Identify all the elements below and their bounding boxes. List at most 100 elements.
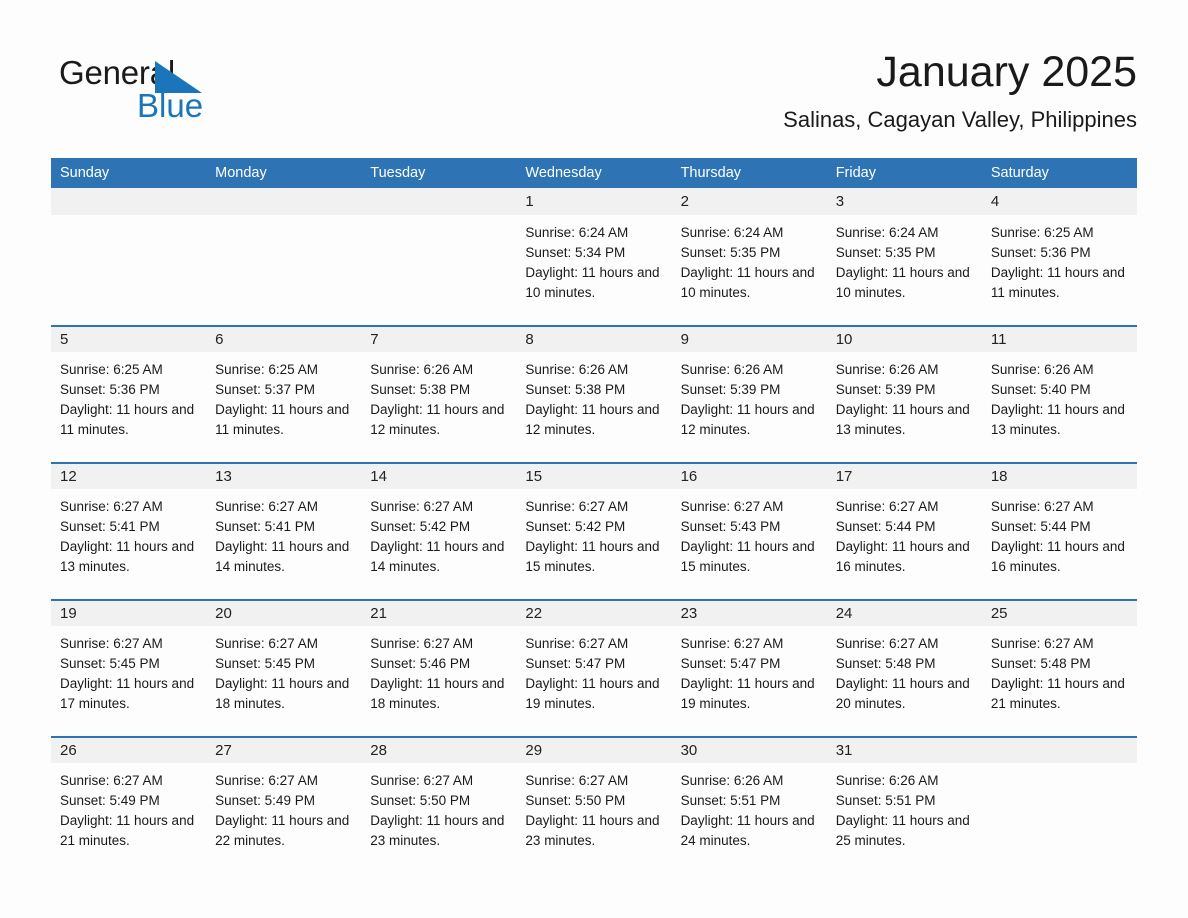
daylight-text: Daylight: 11 hours and 10 minutes. [525, 265, 660, 300]
day-cell[interactable]: Sunrise: 6:27 AM Sunset: 5:47 PM Dayligh… [516, 626, 671, 736]
day-cell[interactable]: Sunrise: 6:27 AM Sunset: 5:45 PM Dayligh… [206, 626, 361, 736]
day-cell[interactable]: Sunrise: 6:27 AM Sunset: 5:46 PM Dayligh… [361, 626, 516, 736]
day-number[interactable]: 18 [982, 464, 1137, 489]
day-number[interactable]: 17 [827, 464, 982, 489]
week-date-band: 19 20 21 22 23 24 25 [51, 599, 1137, 626]
day-cell[interactable]: Sunrise: 6:27 AM Sunset: 5:48 PM Dayligh… [827, 626, 982, 736]
day-number[interactable]: 1 [516, 188, 671, 215]
day-number[interactable]: 10 [827, 327, 982, 352]
day-number[interactable]: 15 [516, 464, 671, 489]
day-cell[interactable]: Sunrise: 6:27 AM Sunset: 5:43 PM Dayligh… [672, 489, 827, 599]
daylight-text: Daylight: 11 hours and 17 minutes. [60, 676, 195, 711]
day-number[interactable] [361, 188, 516, 215]
daylight-text: Daylight: 11 hours and 19 minutes. [525, 676, 660, 711]
sunrise-text: Sunrise: 6:27 AM [680, 499, 784, 514]
daylight-text: Daylight: 11 hours and 13 minutes. [835, 402, 970, 437]
sunset-text: Sunset: 5:44 PM [835, 519, 936, 534]
day-number[interactable]: 28 [361, 738, 516, 763]
daylight-text: Daylight: 11 hours and 21 minutes. [60, 813, 195, 848]
day-number[interactable]: 20 [206, 601, 361, 626]
day-cell[interactable]: Sunrise: 6:26 AM Sunset: 5:40 PM Dayligh… [982, 352, 1137, 462]
day-number[interactable]: 7 [361, 327, 516, 352]
day-cell[interactable]: Sunrise: 6:27 AM Sunset: 5:49 PM Dayligh… [206, 763, 361, 873]
day-cell[interactable]: Sunrise: 6:27 AM Sunset: 5:42 PM Dayligh… [516, 489, 671, 599]
day-number[interactable]: 26 [51, 738, 206, 763]
day-number[interactable]: 12 [51, 464, 206, 489]
day-cell[interactable]: Sunrise: 6:26 AM Sunset: 5:39 PM Dayligh… [672, 352, 827, 462]
day-cell[interactable]: Sunrise: 6:27 AM Sunset: 5:42 PM Dayligh… [361, 489, 516, 599]
day-cell[interactable] [206, 215, 361, 325]
day-cell[interactable]: Sunrise: 6:25 AM Sunset: 5:36 PM Dayligh… [51, 352, 206, 462]
day-number[interactable] [51, 188, 206, 215]
general-blue-logo[interactable]: General Blue [59, 54, 319, 134]
day-cell[interactable]: Sunrise: 6:27 AM Sunset: 5:45 PM Dayligh… [51, 626, 206, 736]
day-number[interactable]: 5 [51, 327, 206, 352]
day-cell[interactable]: Sunrise: 6:24 AM Sunset: 5:34 PM Dayligh… [516, 215, 671, 325]
day-number[interactable]: 23 [672, 601, 827, 626]
day-number[interactable]: 29 [516, 738, 671, 763]
day-cell[interactable]: Sunrise: 6:26 AM Sunset: 5:38 PM Dayligh… [361, 352, 516, 462]
sunset-text: Sunset: 5:34 PM [525, 245, 626, 260]
sunrise-text: Sunrise: 6:27 AM [215, 773, 318, 788]
day-cell[interactable]: Sunrise: 6:27 AM Sunset: 5:44 PM Dayligh… [827, 489, 982, 599]
day-cell[interactable]: Sunrise: 6:27 AM Sunset: 5:49 PM Dayligh… [51, 763, 206, 873]
day-cell[interactable]: Sunrise: 6:27 AM Sunset: 5:41 PM Dayligh… [206, 489, 361, 599]
sunset-text: Sunset: 5:42 PM [525, 519, 626, 534]
day-cell[interactable]: Sunrise: 6:27 AM Sunset: 5:41 PM Dayligh… [51, 489, 206, 599]
sunrise-text: Sunrise: 6:27 AM [60, 499, 163, 514]
day-number[interactable]: 31 [827, 738, 982, 763]
day-number[interactable]: 11 [982, 327, 1137, 352]
sunrise-text: Sunrise: 6:26 AM [835, 362, 939, 377]
day-number[interactable]: 27 [206, 738, 361, 763]
day-cell[interactable]: Sunrise: 6:27 AM Sunset: 5:50 PM Dayligh… [516, 763, 671, 873]
sunrise-text: Sunrise: 6:26 AM [680, 773, 784, 788]
day-cell[interactable]: Sunrise: 6:26 AM Sunset: 5:39 PM Dayligh… [827, 352, 982, 462]
day-number[interactable]: 24 [827, 601, 982, 626]
day-number[interactable]: 16 [672, 464, 827, 489]
daylight-text: Daylight: 11 hours and 12 minutes. [525, 402, 660, 437]
week-info-band: Sunrise: 6:25 AM Sunset: 5:36 PM Dayligh… [51, 352, 1137, 462]
day-number[interactable]: 9 [672, 327, 827, 352]
sunset-text: Sunset: 5:35 PM [835, 245, 936, 260]
day-number[interactable]: 13 [206, 464, 361, 489]
day-cell[interactable]: Sunrise: 6:25 AM Sunset: 5:37 PM Dayligh… [206, 352, 361, 462]
day-cell[interactable]: Sunrise: 6:27 AM Sunset: 5:48 PM Dayligh… [982, 626, 1137, 736]
day-cell[interactable] [51, 215, 206, 325]
day-cell[interactable]: Sunrise: 6:26 AM Sunset: 5:38 PM Dayligh… [516, 352, 671, 462]
sunset-text: Sunset: 5:47 PM [525, 656, 626, 671]
daylight-text: Daylight: 11 hours and 11 minutes. [990, 265, 1125, 300]
day-number[interactable]: 14 [361, 464, 516, 489]
day-cell[interactable]: Sunrise: 6:26 AM Sunset: 5:51 PM Dayligh… [827, 763, 982, 873]
day-number[interactable]: 30 [672, 738, 827, 763]
day-number[interactable]: 22 [516, 601, 671, 626]
day-number[interactable]: 19 [51, 601, 206, 626]
day-number[interactable] [982, 738, 1137, 763]
day-cell[interactable]: Sunrise: 6:24 AM Sunset: 5:35 PM Dayligh… [672, 215, 827, 325]
day-number[interactable]: 6 [206, 327, 361, 352]
sunrise-text: Sunrise: 6:27 AM [370, 773, 474, 788]
day-cell[interactable]: Sunrise: 6:27 AM Sunset: 5:47 PM Dayligh… [672, 626, 827, 736]
day-number[interactable]: 8 [516, 327, 671, 352]
sunrise-text: Sunrise: 6:27 AM [215, 636, 318, 651]
sunset-text: Sunset: 5:51 PM [835, 793, 936, 808]
day-number[interactable]: 4 [982, 188, 1137, 215]
daylight-text: Daylight: 11 hours and 11 minutes. [60, 402, 195, 437]
sunset-text: Sunset: 5:38 PM [525, 382, 626, 397]
daylight-text: Daylight: 11 hours and 10 minutes. [835, 265, 970, 300]
daylight-text: Daylight: 11 hours and 16 minutes. [990, 539, 1125, 574]
week-info-band: Sunrise: 6:27 AM Sunset: 5:49 PM Dayligh… [51, 763, 1137, 873]
day-number[interactable] [206, 188, 361, 215]
day-number[interactable]: 3 [827, 188, 982, 215]
day-number[interactable]: 21 [361, 601, 516, 626]
sunrise-text: Sunrise: 6:27 AM [525, 773, 629, 788]
day-cell[interactable]: Sunrise: 6:27 AM Sunset: 5:44 PM Dayligh… [982, 489, 1137, 599]
day-cell[interactable] [982, 763, 1137, 873]
day-cell[interactable]: Sunrise: 6:26 AM Sunset: 5:51 PM Dayligh… [672, 763, 827, 873]
day-number[interactable]: 25 [982, 601, 1137, 626]
day-cell[interactable]: Sunrise: 6:25 AM Sunset: 5:36 PM Dayligh… [982, 215, 1137, 325]
day-cell[interactable]: Sunrise: 6:27 AM Sunset: 5:50 PM Dayligh… [361, 763, 516, 873]
day-cell[interactable]: Sunrise: 6:24 AM Sunset: 5:35 PM Dayligh… [827, 215, 982, 325]
day-number[interactable]: 2 [672, 188, 827, 215]
day-cell[interactable] [361, 215, 516, 325]
daylight-text: Daylight: 11 hours and 20 minutes. [835, 676, 970, 711]
